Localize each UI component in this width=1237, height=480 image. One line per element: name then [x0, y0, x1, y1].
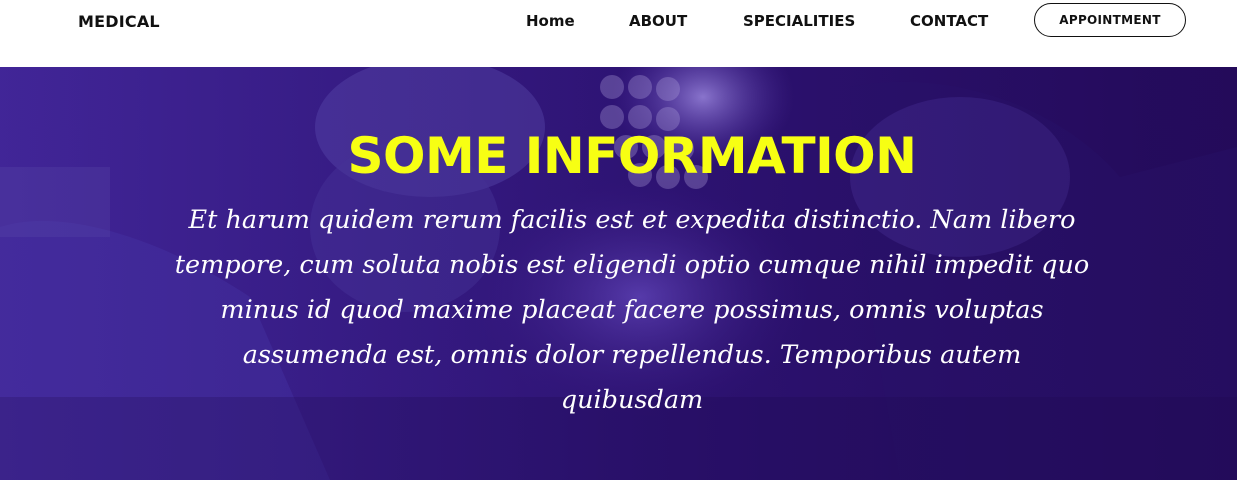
nav-link-specialities[interactable]: SPECIALITIES	[743, 12, 855, 30]
navbar: MEDICAL Home ABOUT SPECIALITIES CONTACT …	[0, 0, 1237, 67]
nav-link-contact[interactable]: CONTACT	[910, 12, 988, 30]
hero-title: SOME INFORMATION	[347, 127, 917, 185]
brand-logo[interactable]: MEDICAL	[78, 12, 160, 31]
hero-section: SOME INFORMATION Et harum quidem rerum f…	[0, 67, 1237, 480]
nav-link-about[interactable]: ABOUT	[629, 12, 687, 30]
nav-link-home[interactable]: Home	[526, 12, 575, 30]
appointment-button[interactable]: APPOINTMENT	[1034, 3, 1186, 37]
hero-description: Et harum quidem rerum facilis est et exp…	[174, 205, 1090, 415]
